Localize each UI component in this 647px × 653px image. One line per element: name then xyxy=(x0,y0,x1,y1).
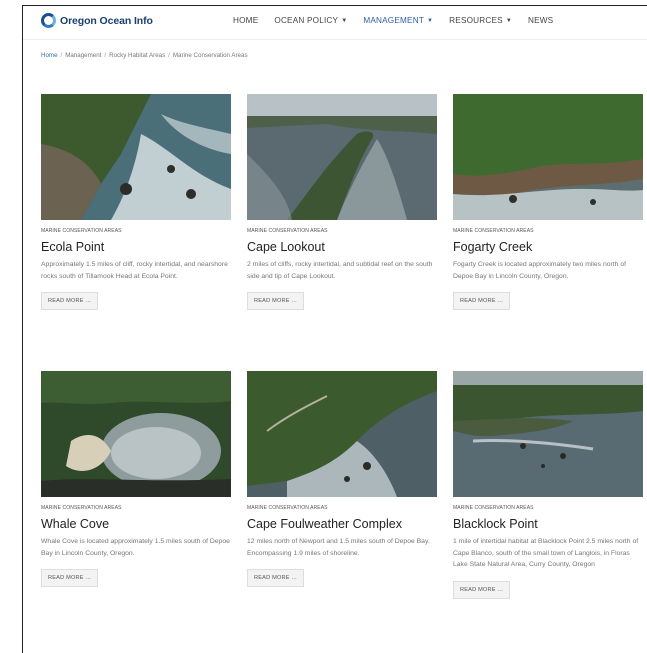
site-logo[interactable]: Oregon Ocean Info xyxy=(41,13,153,28)
card-cape-foulweather: MARINE CONSERVATION AREAS Cape Foulweath… xyxy=(247,371,437,587)
read-more-button[interactable]: READ MORE … xyxy=(247,569,305,587)
card-image[interactable] xyxy=(247,371,437,497)
card-category: MARINE CONSERVATION AREAS xyxy=(41,505,122,511)
card-description: 1 mile of intertidal habitat at Blackloc… xyxy=(453,538,639,568)
nav-home[interactable]: HOME xyxy=(233,16,258,25)
breadcrumb-home[interactable]: Home xyxy=(41,52,58,59)
read-more-button[interactable]: READ MORE … xyxy=(453,292,511,310)
card-description: Whale Cove is located approximately 1.5 … xyxy=(41,538,230,557)
card-blacklock-point: MARINE CONSERVATION AREAS Blacklock Poin… xyxy=(453,371,643,599)
card-category: MARINE CONSERVATION AREAS xyxy=(41,228,122,234)
card-category: MARINE CONSERVATION AREAS xyxy=(247,505,328,511)
card-category: MARINE CONSERVATION AREAS xyxy=(453,505,534,511)
chevron-down-icon: ▼ xyxy=(505,17,512,24)
card-image[interactable] xyxy=(247,94,437,220)
card-cape-lookout: MARINE CONSERVATION AREAS Cape Lookout 2… xyxy=(247,94,437,310)
breadcrumb-management[interactable]: Management xyxy=(65,52,101,59)
card-fogarty-creek: MARINE CONSERVATION AREAS Fogarty Creek … xyxy=(453,94,643,310)
site-header: Oregon Ocean Info HOME OCEAN POLICY ▼ MAN… xyxy=(23,6,647,40)
card-title[interactable]: Fogarty Creek xyxy=(453,239,643,255)
read-more-button[interactable]: READ MORE … xyxy=(41,292,99,310)
read-more-button[interactable]: READ MORE … xyxy=(247,292,305,310)
main-nav: HOME OCEAN POLICY ▼ MANAGEMENT ▼ RESOURCES… xyxy=(233,16,553,25)
read-more-button[interactable]: READ MORE … xyxy=(41,569,99,587)
card-description: 12 miles north of Newport and 1.5 miles … xyxy=(247,538,430,557)
card-description: 2 miles of cliffs, rocky intertidal, and… xyxy=(247,261,433,280)
nav-resources[interactable]: RESOURCES ▼ xyxy=(449,16,512,25)
card-whale-cove: MARINE CONSERVATION AREAS Whale Cove Wha… xyxy=(41,371,231,587)
card-description: Approximately 1.5 miles of cliff, rocky … xyxy=(41,261,228,280)
card-image[interactable] xyxy=(41,371,231,497)
card-title[interactable]: Whale Cove xyxy=(41,516,231,532)
chevron-down-icon: ▼ xyxy=(427,17,434,24)
breadcrumb-rocky-habitat[interactable]: Rocky Habitat Areas xyxy=(109,52,165,59)
card-category: MARINE CONSERVATION AREAS xyxy=(247,228,328,234)
nav-management[interactable]: MANAGEMENT ▼ xyxy=(363,16,433,25)
chevron-down-icon: ▼ xyxy=(341,17,348,24)
breadcrumb: Home / Management / Rocky Habitat Areas … xyxy=(41,52,248,59)
card-image[interactable] xyxy=(453,94,643,220)
page-frame: Oregon Ocean Info HOME OCEAN POLICY ▼ MAN… xyxy=(22,5,647,653)
logo-icon xyxy=(41,13,56,28)
card-title[interactable]: Ecola Point xyxy=(41,239,231,255)
card-title[interactable]: Cape Foulweather Complex xyxy=(247,516,437,532)
read-more-button[interactable]: READ MORE … xyxy=(453,580,511,599)
card-title[interactable]: Blacklock Point xyxy=(453,516,643,532)
nav-ocean-policy[interactable]: OCEAN POLICY ▼ xyxy=(274,16,347,25)
card-image[interactable] xyxy=(41,94,231,220)
nav-news[interactable]: NEWS xyxy=(528,16,553,25)
breadcrumb-current: Marine Conservation Areas xyxy=(172,52,248,59)
card-category: MARINE CONSERVATION AREAS xyxy=(453,228,534,234)
card-image[interactable] xyxy=(453,371,643,497)
card-ecola-point: MARINE CONSERVATION AREAS Ecola Point Ap… xyxy=(41,94,231,310)
site-name: Oregon Ocean Info xyxy=(60,14,153,27)
card-title[interactable]: Cape Lookout xyxy=(247,239,437,255)
card-description: Fogarty Creek is located approximately t… xyxy=(453,261,627,280)
